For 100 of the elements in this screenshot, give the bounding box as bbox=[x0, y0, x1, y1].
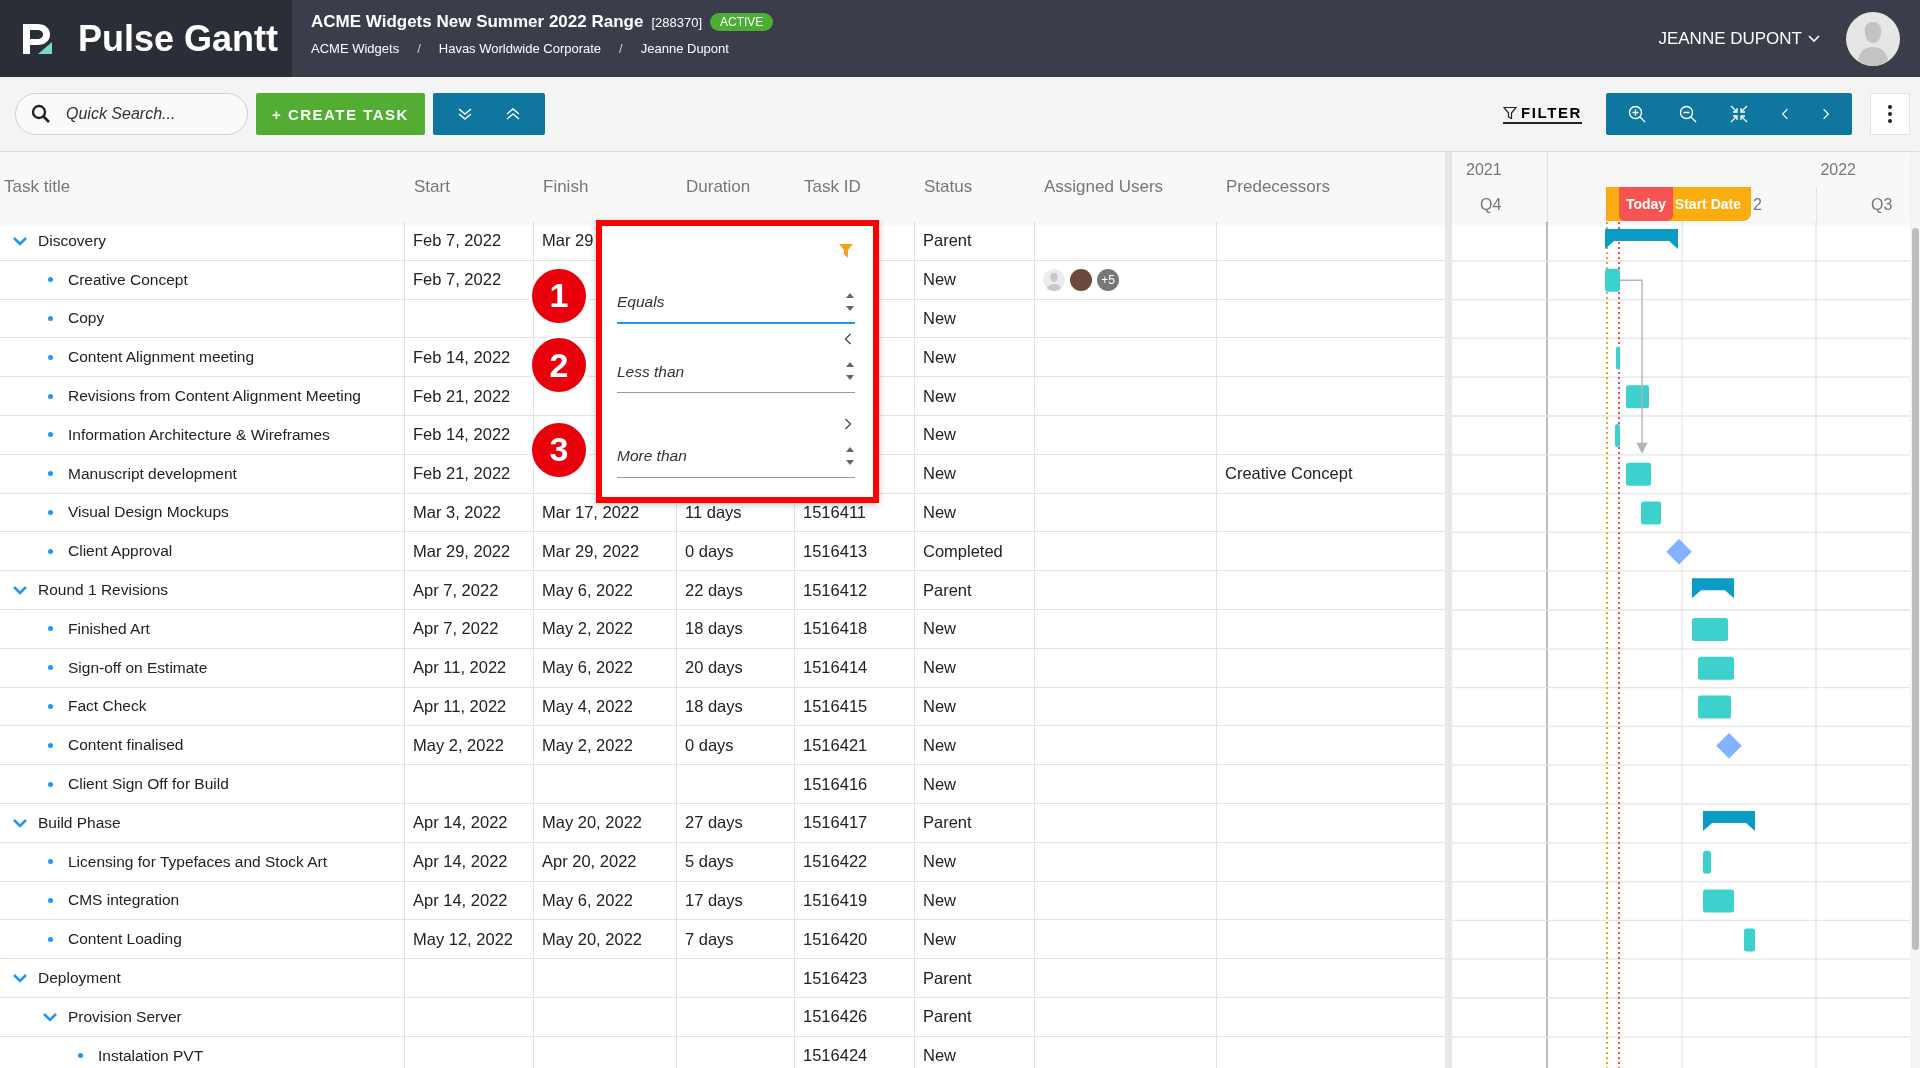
task-title[interactable]: Visual Design Mockups bbox=[68, 503, 229, 522]
column-header[interactable]: Status bbox=[914, 152, 1034, 222]
task-title[interactable]: Discovery bbox=[38, 231, 107, 250]
task-title[interactable]: Client Approval bbox=[68, 542, 173, 561]
column-header[interactable]: Task ID bbox=[794, 152, 914, 222]
user-avatar-icon[interactable] bbox=[1846, 11, 1900, 66]
app-name: Pulse Gantt bbox=[78, 17, 279, 60]
task-title[interactable]: Fact Check bbox=[68, 697, 147, 716]
filter-value-field[interactable]: Equals bbox=[617, 281, 855, 324]
task-bar[interactable] bbox=[1616, 346, 1620, 370]
bullet-icon bbox=[48, 548, 53, 554]
table-cell: 1516421 bbox=[794, 726, 914, 765]
task-title[interactable]: Creative Concept bbox=[68, 270, 188, 289]
column-header[interactable]: Predecessors bbox=[1216, 152, 1445, 222]
table-cell: 0 days bbox=[676, 532, 794, 571]
task-title[interactable]: Copy bbox=[68, 309, 105, 328]
bullet-icon bbox=[48, 509, 53, 515]
more-users-count[interactable]: +5 bbox=[1097, 268, 1119, 291]
table-cell: New bbox=[914, 1036, 1034, 1068]
expand-all-icon[interactable] bbox=[456, 106, 473, 122]
table-cell: 5 days bbox=[676, 842, 794, 881]
table-cell: 1516417 bbox=[794, 803, 914, 842]
chevron-right-icon bbox=[843, 417, 853, 431]
task-title[interactable]: Revisions from Content Alignment Meeting bbox=[68, 387, 361, 406]
column-header[interactable]: Task title bbox=[0, 152, 404, 222]
table-cell: Apr 11, 2022 bbox=[404, 687, 533, 726]
user-menu[interactable]: JEANNE DUPONT bbox=[1658, 28, 1820, 49]
task-title[interactable]: Provision Server bbox=[68, 1007, 182, 1026]
fit-to-screen-icon[interactable] bbox=[1730, 105, 1748, 123]
bullet-icon bbox=[48, 665, 53, 671]
spinner-arrows-icon[interactable] bbox=[845, 446, 855, 466]
table-cell: 1516413 bbox=[794, 532, 914, 571]
table-cell: New bbox=[914, 377, 1034, 415]
filter-value-field[interactable]: More than bbox=[617, 436, 855, 478]
more-menu-button[interactable] bbox=[1870, 93, 1910, 135]
chevron-left-icon[interactable] bbox=[1781, 108, 1789, 120]
filter-link[interactable]: FILTER bbox=[1503, 104, 1582, 124]
column-header[interactable]: Assigned Users bbox=[1034, 152, 1216, 222]
task-bar[interactable] bbox=[1626, 462, 1651, 486]
table-cell: Completed bbox=[914, 532, 1034, 571]
task-title[interactable]: Client Sign Off for Build bbox=[68, 775, 229, 794]
summary-bar[interactable] bbox=[1692, 578, 1734, 599]
task-bar[interactable] bbox=[1744, 928, 1755, 952]
task-title[interactable]: CMS integration bbox=[68, 891, 180, 910]
caret-icon[interactable] bbox=[1808, 34, 1820, 43]
breadcrumb-separator: / bbox=[619, 41, 623, 56]
table-cell: 18 days bbox=[676, 609, 794, 648]
breadcrumb-link[interactable]: Havas Worldwide Corporate bbox=[438, 41, 602, 56]
table-cell: 1516419 bbox=[794, 881, 914, 920]
table-cell: 18 days bbox=[676, 687, 794, 726]
task-title[interactable]: Information Architecture & Wireframes bbox=[68, 425, 330, 444]
task-bar[interactable] bbox=[1703, 850, 1711, 874]
year-label: 2021 bbox=[1466, 160, 1502, 179]
table-cell: 1516416 bbox=[794, 765, 914, 803]
table-cell: New bbox=[914, 260, 1034, 299]
table-cell: New bbox=[914, 687, 1034, 726]
breadcrumb-link[interactable]: Jeanne Dupont bbox=[640, 41, 729, 56]
task-title[interactable]: Finished Art bbox=[68, 619, 150, 638]
column-header[interactable]: Duration bbox=[676, 152, 794, 222]
column-header[interactable]: Start bbox=[404, 152, 533, 222]
summary-bar[interactable] bbox=[1703, 811, 1755, 831]
zoom-out-icon[interactable] bbox=[1679, 105, 1697, 123]
quarter-label: 2 bbox=[1753, 195, 1762, 214]
table-cell: New bbox=[914, 454, 1034, 493]
task-title[interactable]: Instalation PVT bbox=[98, 1046, 204, 1065]
task-bar[interactable] bbox=[1615, 424, 1620, 447]
zoom-in-icon[interactable] bbox=[1628, 105, 1646, 123]
chevron-left-icon bbox=[843, 332, 853, 346]
spinner-arrows-icon[interactable] bbox=[845, 291, 855, 312]
task-title[interactable]: Content finalised bbox=[68, 736, 184, 755]
breadcrumb-link[interactable]: ACME Widgets bbox=[311, 41, 400, 56]
task-title[interactable]: Deployment bbox=[38, 969, 121, 988]
task-title[interactable]: Round 1 Revisions bbox=[38, 581, 169, 600]
collapse-all-icon[interactable] bbox=[504, 106, 521, 122]
filter-value-field[interactable]: Less than bbox=[617, 351, 855, 393]
table-cell: 1516420 bbox=[794, 920, 914, 959]
task-title[interactable]: Build Phase bbox=[38, 813, 121, 832]
task-title[interactable]: Sign-off on Estimate bbox=[68, 658, 208, 677]
table-cell: Parent bbox=[914, 222, 1034, 260]
year-label: 2022 bbox=[1820, 160, 1856, 179]
filter-icon[interactable] bbox=[839, 244, 853, 258]
task-title[interactable]: Content Alignment meeting bbox=[68, 348, 255, 367]
table-cell: Parent bbox=[914, 959, 1034, 997]
scrollbar-thumb[interactable] bbox=[1912, 228, 1919, 950]
task-title[interactable]: Licensing for Typefaces and Stock Art bbox=[68, 852, 328, 871]
summary-bar[interactable] bbox=[1605, 229, 1678, 249]
task-title[interactable]: Manuscript development bbox=[68, 464, 237, 483]
task-bar[interactable] bbox=[1626, 385, 1649, 409]
table-cell: 7 days bbox=[676, 920, 794, 959]
chevron-right-icon[interactable] bbox=[1822, 108, 1830, 120]
task-title[interactable]: Content Loading bbox=[68, 930, 182, 949]
search-field[interactable]: Quick Search... bbox=[15, 93, 248, 135]
spinner-arrows-icon[interactable] bbox=[845, 361, 855, 381]
task-bar[interactable] bbox=[1698, 656, 1734, 680]
table-cell: Parent bbox=[914, 803, 1034, 842]
table-cell: Apr 14, 2022 bbox=[404, 842, 533, 881]
project-title: ACME Widgets New Summer 2022 Range bbox=[311, 12, 644, 32]
task-bar[interactable] bbox=[1605, 268, 1620, 292]
table-cell: New bbox=[914, 842, 1034, 881]
column-header[interactable]: Finish bbox=[533, 152, 676, 222]
